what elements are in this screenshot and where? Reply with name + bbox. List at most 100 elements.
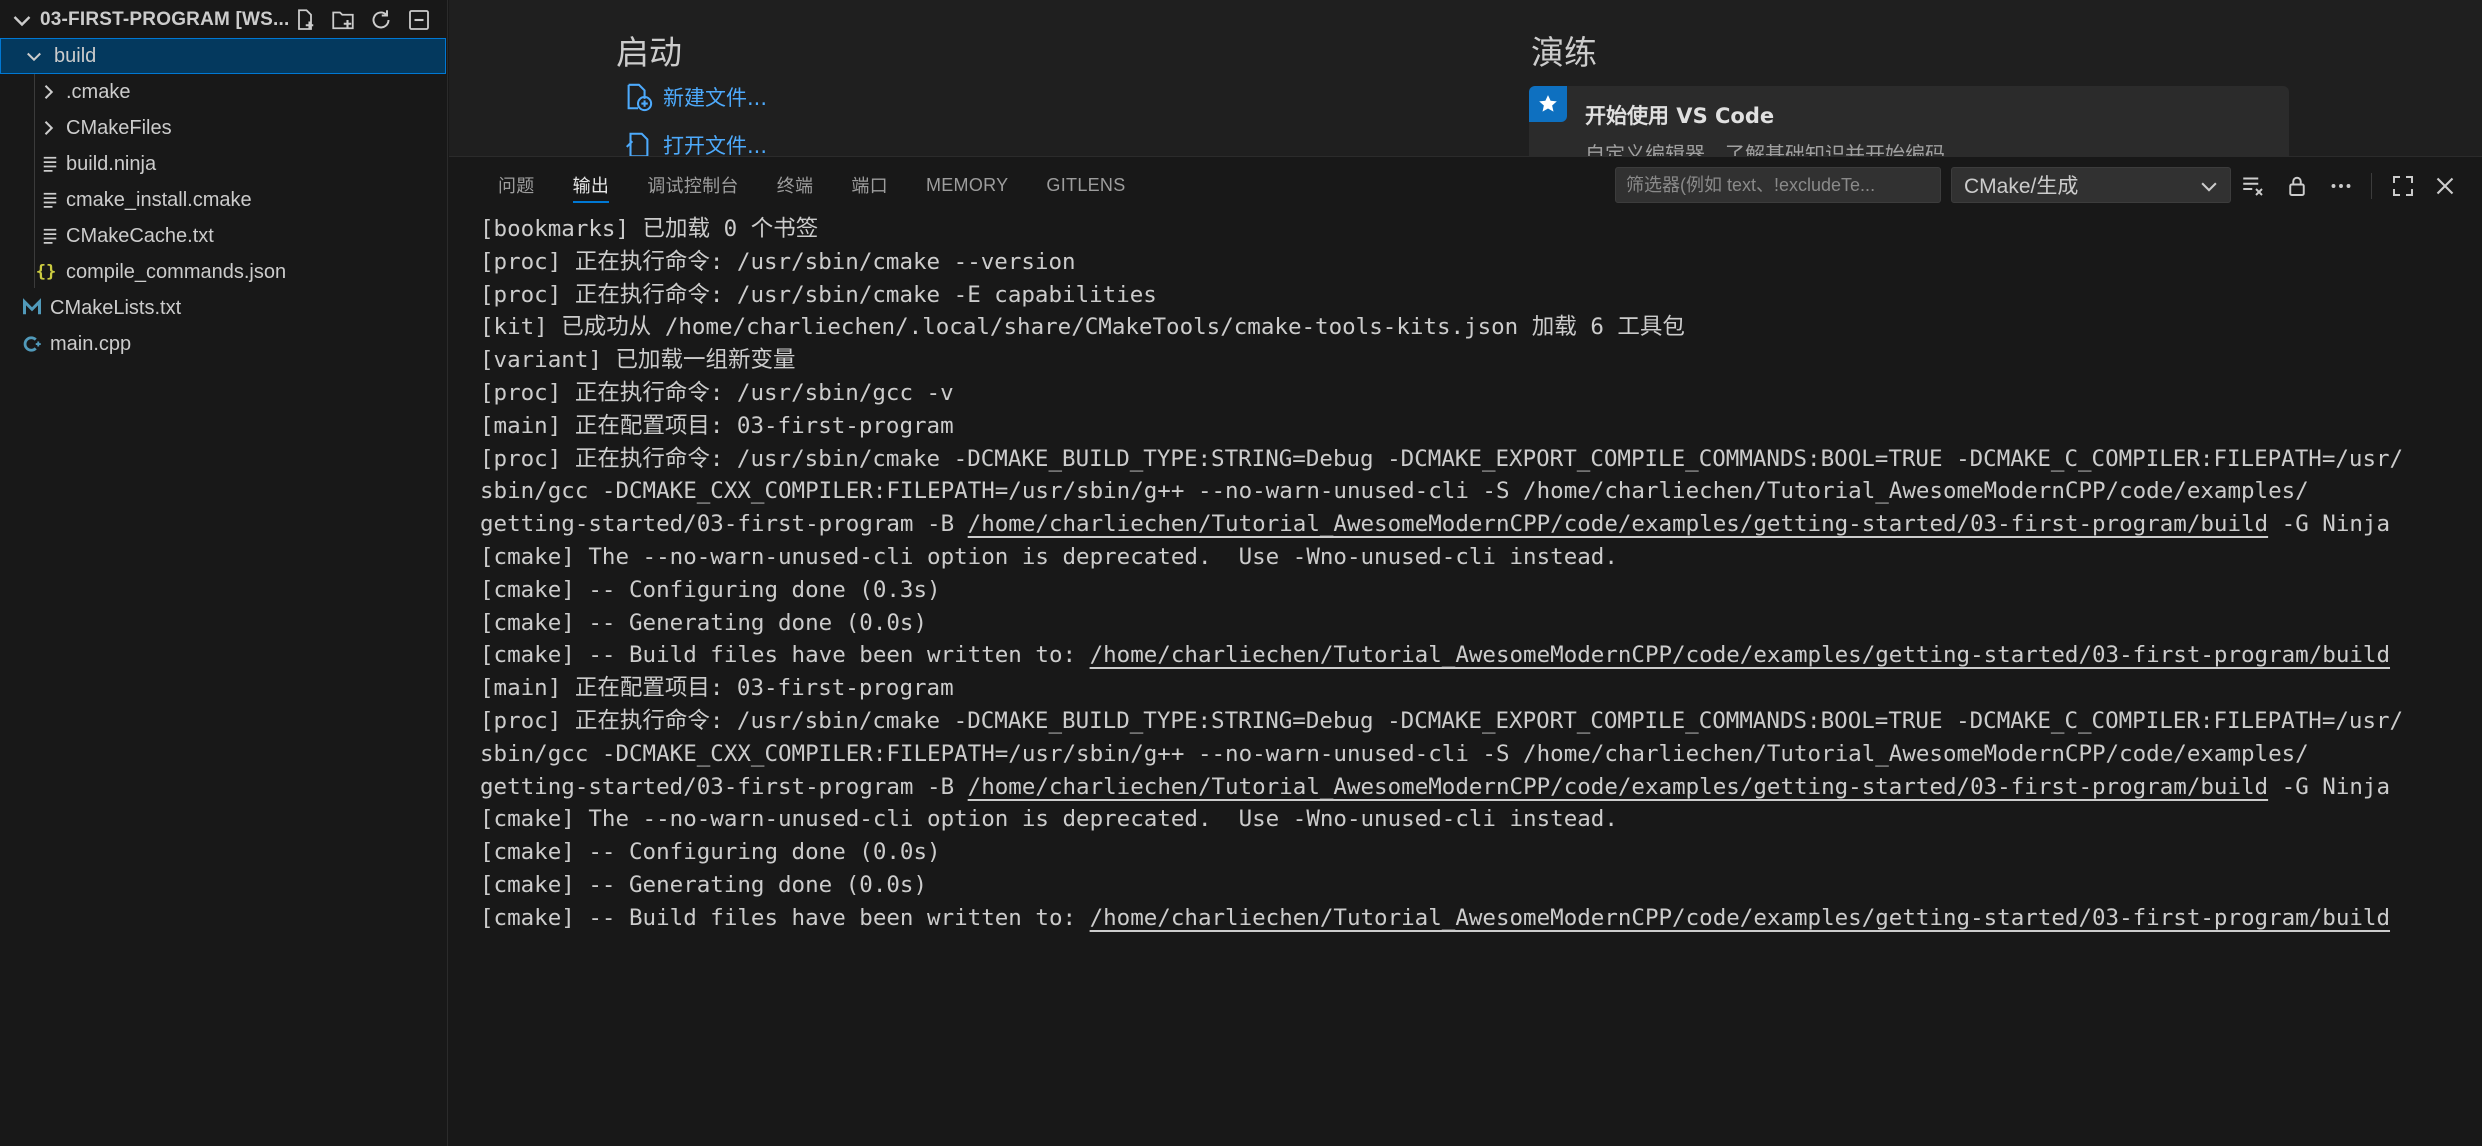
file-lines-icon bbox=[38, 152, 62, 176]
output-line: [cmake] -- Build files have been written… bbox=[480, 639, 2442, 672]
tree-item-label: compile_commands.json bbox=[66, 260, 287, 283]
tree-item-label: .cmake bbox=[66, 80, 131, 103]
output-line: [cmake] -- Generating done (0.0s) bbox=[480, 869, 2442, 902]
open-file-label: 打开文件... bbox=[663, 134, 768, 156]
chevron-down-icon bbox=[2201, 182, 2217, 192]
tree-item-build-ninja[interactable]: build.ninja bbox=[0, 146, 446, 182]
new-file-icon[interactable] bbox=[291, 6, 319, 34]
new-file-icon bbox=[627, 83, 653, 112]
tree-item-label: CMakeFiles bbox=[66, 116, 172, 139]
panel-tab-4[interactable]: 端口 bbox=[832, 157, 907, 213]
output-channel-value: CMake/生成 bbox=[1964, 175, 2079, 198]
output-text: [cmake] -- Generating done (0.0s) bbox=[480, 871, 928, 898]
walkthrough-description: 自定义编辑器、了解基础知识并开始编码 bbox=[1585, 142, 1945, 156]
output-line: [proc] 正在执行命令: /usr/sbin/cmake -E capabi… bbox=[480, 279, 2442, 312]
explorer-header[interactable]: 03-FIRST-PROGRAM [WS... bbox=[0, 0, 447, 40]
output-path-link[interactable]: /home/charliechen/Tutorial_AwesomeModern… bbox=[1090, 905, 2390, 931]
output-text: [main] 正在配置项目: 03-first-program bbox=[480, 675, 954, 702]
panel-tab-6[interactable]: GITLENS bbox=[1027, 157, 1144, 213]
clear-output-icon[interactable] bbox=[2238, 171, 2268, 201]
panel-tab-3[interactable]: 终端 bbox=[758, 157, 833, 213]
output-text: [cmake] -- Build files have been written… bbox=[480, 904, 1090, 931]
output-line: [main] 正在配置项目: 03-first-program bbox=[480, 410, 2442, 443]
output-line: sbin/gcc -DCMAKE_CXX_COMPILER:FILEPATH=/… bbox=[480, 738, 2442, 771]
output-text: [proc] 正在执行命令: /usr/sbin/cmake --version bbox=[480, 248, 1076, 275]
chevron-right-icon bbox=[36, 116, 60, 140]
tree-item-label: CMakeLists.txt bbox=[50, 296, 182, 319]
output-line: [variant] 已加载一组新变量 bbox=[480, 344, 2442, 377]
tree-item-main-cpp[interactable]: main.cpp bbox=[0, 326, 446, 362]
output-line: [proc] 正在执行命令: /usr/sbin/cmake --version bbox=[480, 246, 2442, 279]
tree-item-cmake-install[interactable]: cmake_install.cmake bbox=[0, 182, 446, 218]
output-line: [proc] 正在执行命令: /usr/sbin/cmake -DCMAKE_B… bbox=[480, 705, 2442, 738]
explorer-actions bbox=[291, 6, 433, 34]
tree-item-label: cmake_install.cmake bbox=[66, 188, 252, 211]
collapse-all-icon[interactable] bbox=[405, 6, 433, 34]
panel-tab-0[interactable]: 问题 bbox=[479, 157, 554, 213]
output-line: [cmake] -- Configuring done (0.0s) bbox=[480, 836, 2442, 869]
output-log[interactable]: [bookmarks] 已加载 0 个书签 [proc] 正在执行命令: /usr… bbox=[480, 213, 2442, 935]
chevron-right-icon bbox=[36, 80, 60, 104]
welcome-editor: 启动 新建文件... 打开文件... 演练 开始使用 VS Code 自定义编辑… bbox=[449, 0, 2482, 156]
output-line: [proc] 正在执行命令: /usr/sbin/gcc -v bbox=[480, 377, 2442, 410]
output-line: [cmake] -- Build files have been written… bbox=[480, 902, 2442, 935]
walkthrough-card[interactable]: 开始使用 VS Code 自定义编辑器、了解基础知识并开始编码 bbox=[1529, 86, 2289, 156]
output-text: [cmake] -- Configuring done (0.0s) bbox=[480, 839, 941, 866]
output-text: [main] 正在配置项目: 03-first-program bbox=[480, 412, 954, 439]
output-line: [cmake] The --no-warn-unused-cli option … bbox=[480, 541, 2442, 574]
cmake-icon bbox=[20, 296, 44, 320]
tree-item-compile-commands[interactable]: {} compile_commands.json bbox=[0, 254, 446, 290]
chevron-down-icon[interactable] bbox=[10, 8, 34, 32]
output-line: [cmake] -- Configuring done (0.3s) bbox=[480, 574, 2442, 607]
json-icon: {} bbox=[35, 262, 57, 282]
panel-tab-2[interactable]: 调试控制台 bbox=[628, 157, 758, 213]
output-line: sbin/gcc -DCMAKE_CXX_COMPILER:FILEPATH=/… bbox=[480, 475, 2442, 508]
refresh-icon[interactable] bbox=[367, 6, 395, 34]
tree-item-label: build.ninja bbox=[66, 152, 157, 175]
output-text: [bookmarks] 已加载 0 个书签 bbox=[480, 216, 819, 242]
tree-item-build[interactable]: build bbox=[0, 38, 446, 74]
output-line: [cmake] -- Generating done (0.0s) bbox=[480, 607, 2442, 640]
panel-tab-1[interactable]: 输出 bbox=[554, 157, 629, 213]
output-line: [bookmarks] 已加载 0 个书签 bbox=[480, 213, 2442, 246]
output-scrollbar[interactable] bbox=[2468, 213, 2482, 733]
cpp-icon bbox=[20, 332, 44, 356]
output-line: getting-started/03-first-program -B /hom… bbox=[480, 771, 2442, 804]
panel-tab-5[interactable]: MEMORY bbox=[907, 157, 1027, 213]
output-text: [cmake] The --no-warn-unused-cli option … bbox=[480, 543, 1618, 570]
tree-item-cmakelists[interactable]: CMakeLists.txt bbox=[0, 290, 446, 326]
output-channel-select[interactable]: CMake/生成 bbox=[1951, 167, 2231, 203]
output-text: -G Ninja bbox=[2268, 511, 2391, 538]
output-path-link[interactable]: /home/charliechen/Tutorial_AwesomeModern… bbox=[968, 511, 2268, 537]
output-path-link[interactable]: /home/charliechen/Tutorial_AwesomeModern… bbox=[1090, 642, 2390, 668]
output-text: [kit] 已成功从 /home/charliechen/.local/shar… bbox=[480, 314, 1685, 341]
output-text: getting-started/03-first-program -B bbox=[480, 773, 968, 800]
tree-item-label: CMakeCache.txt bbox=[66, 224, 214, 247]
panel-tabs: 问题 输出 调试控制台 终端 端口 MEMORY GITLENS bbox=[479, 157, 1145, 213]
new-file-link[interactable]: 新建文件... bbox=[623, 82, 767, 112]
explorer-sidebar: 03-FIRST-PROGRAM [WS... build .cmake CMa… bbox=[0, 0, 448, 1146]
maximize-panel-icon[interactable] bbox=[2388, 171, 2418, 201]
output-filter-input[interactable] bbox=[1615, 167, 1941, 203]
walkthrough-heading: 演练 bbox=[1531, 33, 1597, 72]
output-text: [cmake] -- Build files have been written… bbox=[480, 642, 1090, 669]
tree-item-cmakefiles[interactable]: CMakeFiles bbox=[0, 110, 446, 146]
output-text: getting-started/03-first-program -B bbox=[480, 511, 968, 538]
close-panel-icon[interactable] bbox=[2430, 171, 2460, 201]
new-folder-icon[interactable] bbox=[329, 6, 357, 34]
tree-item-cmakecache[interactable]: CMakeCache.txt bbox=[0, 218, 446, 254]
tree-item-label: main.cpp bbox=[50, 332, 132, 355]
workspace-title: 03-FIRST-PROGRAM [WS... bbox=[40, 9, 290, 30]
walkthrough-title: 开始使用 VS Code bbox=[1585, 104, 1775, 128]
output-line: [proc] 正在执行命令: /usr/sbin/cmake -DCMAKE_B… bbox=[480, 443, 2442, 476]
tree-item-label: build bbox=[54, 44, 97, 67]
open-file-link[interactable]: 打开文件... bbox=[623, 130, 767, 156]
output-path-link[interactable]: /home/charliechen/Tutorial_AwesomeModern… bbox=[968, 774, 2268, 800]
lock-scroll-icon[interactable] bbox=[2282, 171, 2312, 201]
more-actions-icon[interactable] bbox=[2326, 171, 2356, 201]
output-text: [cmake] The --no-warn-unused-cli option … bbox=[480, 806, 1618, 833]
start-heading: 启动 bbox=[616, 33, 682, 72]
output-text: [variant] 已加载一组新变量 bbox=[480, 347, 796, 374]
output-text: [proc] 正在执行命令: /usr/sbin/cmake -E capabi… bbox=[480, 281, 1157, 308]
tree-item-dot-cmake[interactable]: .cmake bbox=[0, 74, 446, 110]
